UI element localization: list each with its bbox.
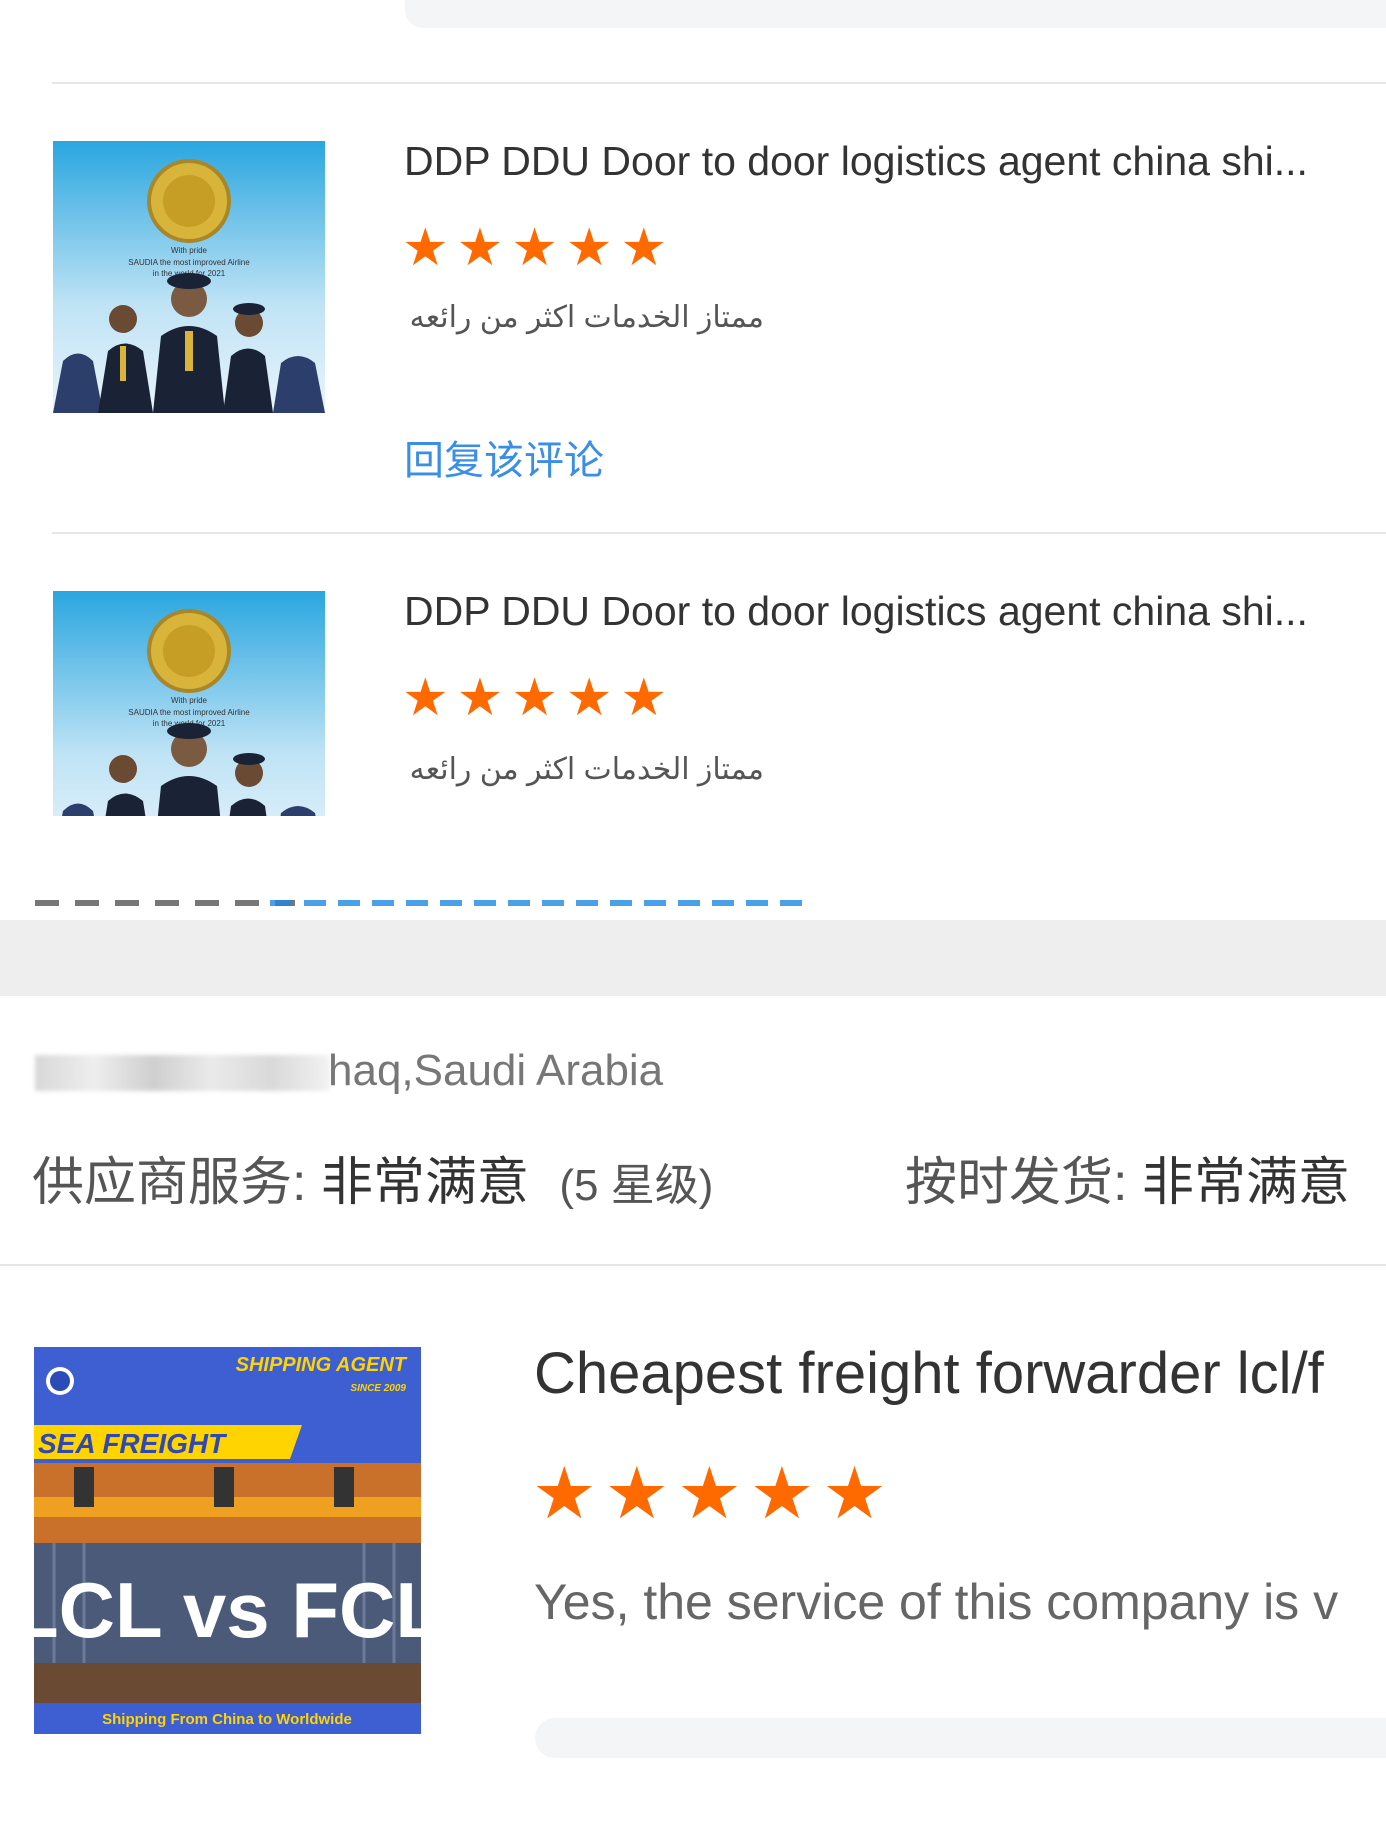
ontime-value: 非常满意	[1141, 1154, 1350, 1212]
blurred-buyer-name	[35, 1055, 330, 1091]
reply-comment-link[interactable]: 回复该评论	[404, 428, 604, 486]
lcl-vs-fcl-image: SHIPPING AGENT SINCE 2009 SEA FREIGHT LC…	[34, 1347, 421, 1734]
star-icon: ★	[620, 219, 668, 277]
review-comment: ممتاز الخدمات اكثر من رائعه	[409, 301, 764, 334]
ontime-delivery-rating: 按时发货: 非常满意	[905, 1140, 1350, 1215]
svg-text:LCL vs FCL: LCL vs FCL	[34, 1566, 421, 1654]
rating-stars: ★ ★ ★ ★ ★	[402, 672, 667, 724]
svg-text:Shipping From China to Worldwi: Shipping From China to Worldwide	[102, 1711, 352, 1728]
svg-text:SAUDIA the most improved Airli: SAUDIA the most improved Airline	[128, 708, 250, 717]
star-icon: ★	[402, 669, 449, 727]
airline-ad-image: With pride SAUDIA the most improved Airl…	[53, 591, 325, 816]
supplier-service-value: 非常满意	[320, 1154, 529, 1212]
star-icon: ★	[511, 669, 558, 727]
divider	[52, 82, 1386, 84]
svg-text:SEA FREIGHT: SEA FREIGHT	[38, 1428, 228, 1459]
order-number-clipped	[0, 900, 1386, 920]
star-icon: ★	[604, 1454, 670, 1534]
star-icon: ★	[677, 1454, 742, 1534]
buyer-location: haq,Saudi Arabia	[328, 1046, 664, 1095]
rating-stars: ★ ★ ★ ★ ★	[402, 222, 667, 274]
supplier-service-label: 供应商服务:	[32, 1154, 307, 1212]
airline-ad-image: With pride SAUDIA the most improved Airl…	[53, 141, 325, 413]
rating-stars: ★ ★ ★ ★ ★	[532, 1458, 887, 1530]
star-icon: ★	[456, 219, 504, 277]
product-title[interactable]: Cheapest freight forwarder lcl/f	[534, 1340, 1386, 1407]
star-icon: ★	[749, 1454, 815, 1534]
product-thumbnail[interactable]: With pride SAUDIA the most improved Airl…	[53, 141, 325, 413]
previous-comment-box	[405, 0, 1386, 28]
star-icon: ★	[402, 219, 449, 277]
product-thumbnail[interactable]: With pride SAUDIA the most improved Airl…	[53, 591, 325, 816]
svg-text:SINCE 2009: SINCE 2009	[350, 1383, 406, 1394]
product-title[interactable]: DDP DDU Door to door logistics agent chi…	[404, 588, 1344, 635]
supplier-service-rating: 供应商服务: 非常满意 (5 星级)	[32, 1140, 713, 1215]
section-separator	[0, 920, 1386, 996]
product-thumbnail[interactable]: SHIPPING AGENT SINCE 2009 SEA FREIGHT LC…	[34, 1347, 421, 1734]
clipped-label	[35, 900, 295, 906]
star-icon: ★	[456, 669, 504, 727]
star-icon: ★	[565, 219, 613, 277]
svg-text:With pride: With pride	[171, 246, 208, 255]
star-icon: ★	[511, 219, 558, 277]
clipped-order-number	[270, 900, 810, 906]
divider	[52, 532, 1386, 534]
ontime-label: 按时发货:	[905, 1154, 1128, 1212]
star-icon: ★	[565, 669, 613, 727]
reply-box	[535, 1718, 1386, 1758]
star-icon: ★	[532, 1454, 597, 1534]
star-icon: ★	[620, 669, 668, 727]
review-comment: Yes, the service of this company is v	[534, 1574, 1339, 1630]
star-icon: ★	[822, 1454, 887, 1534]
product-title[interactable]: DDP DDU Door to door logistics agent chi…	[404, 138, 1344, 185]
svg-text:SAUDIA the most improved Airli: SAUDIA the most improved Airline	[128, 258, 250, 267]
review-comment: ممتاز الخدمات اكثر من رائعه	[409, 753, 764, 786]
supplier-service-stars: (5 星级)	[559, 1161, 714, 1210]
svg-text:SHIPPING AGENT: SHIPPING AGENT	[236, 1354, 408, 1376]
svg-text:With pride: With pride	[171, 696, 208, 705]
divider	[0, 1264, 1386, 1266]
